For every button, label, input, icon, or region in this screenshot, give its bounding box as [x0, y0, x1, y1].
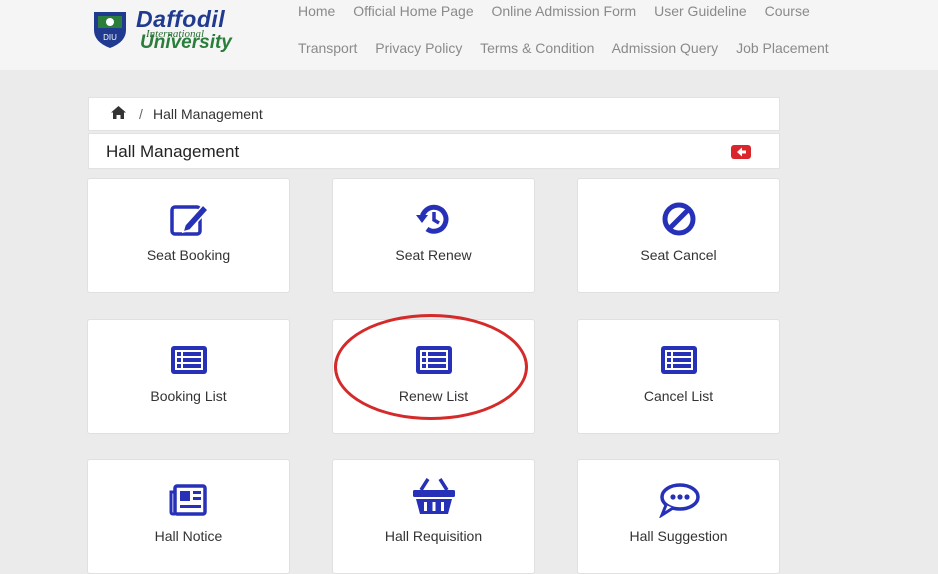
card-label: Hall Notice: [154, 528, 223, 544]
nav-link-terms[interactable]: Terms & Condition: [480, 40, 594, 56]
nav-link-admission-form[interactable]: Online Admission Form: [492, 3, 637, 19]
basket-icon: [333, 476, 534, 514]
page-title: Hall Management: [106, 142, 240, 161]
ban-icon: [578, 201, 779, 237]
card-cancel-list[interactable]: Cancel List: [577, 319, 780, 434]
logo-emblem-icon: DIU: [94, 12, 126, 48]
card-label: Seat Renew: [395, 247, 472, 263]
list-icon: [578, 342, 779, 378]
nav-row-1: Home Official Home Page Online Admission…: [298, 3, 824, 19]
card-label: Renew List: [398, 388, 469, 404]
logo-text-university: University: [140, 32, 232, 53]
nav-link-official-home[interactable]: Official Home Page: [353, 3, 473, 19]
back-button[interactable]: [731, 145, 751, 159]
card-label: Seat Cancel: [640, 247, 717, 263]
nav-link-course[interactable]: Course: [765, 3, 810, 19]
breadcrumb-current: Hall Management: [153, 106, 263, 122]
home-icon[interactable]: [111, 106, 126, 122]
card-booking-list[interactable]: Booking List: [87, 319, 290, 434]
nav-link-admission-query[interactable]: Admission Query: [612, 40, 719, 56]
list-icon: [88, 342, 289, 378]
card-label: Hall Suggestion: [629, 528, 728, 544]
card-hall-notice[interactable]: Hall Notice: [87, 459, 290, 574]
card-seat-cancel[interactable]: Seat Cancel: [577, 178, 780, 293]
card-label: Booking List: [150, 388, 227, 404]
arrow-left-icon: [737, 147, 746, 157]
nav-link-home[interactable]: Home: [298, 3, 335, 19]
card-label: Cancel List: [643, 388, 714, 404]
breadcrumb: / Hall Management: [88, 97, 780, 131]
university-logo[interactable]: DIU Daffodil International University: [88, 4, 288, 56]
nav-link-privacy-policy[interactable]: Privacy Policy: [375, 40, 462, 56]
top-header: DIU Daffodil International University Ho…: [0, 0, 938, 70]
card-label: Hall Requisition: [384, 528, 483, 544]
comment-dots-icon: [578, 482, 779, 518]
newspaper-icon: [88, 482, 289, 518]
svg-text:DIU: DIU: [103, 33, 117, 42]
nav-link-job-placement[interactable]: Job Placement: [736, 40, 829, 56]
nav-link-transport[interactable]: Transport: [298, 40, 357, 56]
card-hall-requisition[interactable]: Hall Requisition: [332, 459, 535, 574]
card-label: Seat Booking: [146, 247, 231, 263]
card-seat-renew[interactable]: Seat Renew: [332, 178, 535, 293]
list-icon: [333, 342, 534, 378]
breadcrumb-separator: /: [139, 106, 143, 122]
edit-icon: [88, 201, 289, 237]
history-icon: [333, 201, 534, 237]
panel-header: Hall Management: [88, 133, 780, 169]
card-hall-suggestion[interactable]: Hall Suggestion: [577, 459, 780, 574]
nav-row-2: Transport Privacy Policy Terms & Conditi…: [298, 40, 843, 56]
nav-link-user-guideline[interactable]: User Guideline: [654, 3, 747, 19]
card-seat-booking[interactable]: Seat Booking: [87, 178, 290, 293]
card-renew-list[interactable]: Renew List: [332, 319, 535, 434]
